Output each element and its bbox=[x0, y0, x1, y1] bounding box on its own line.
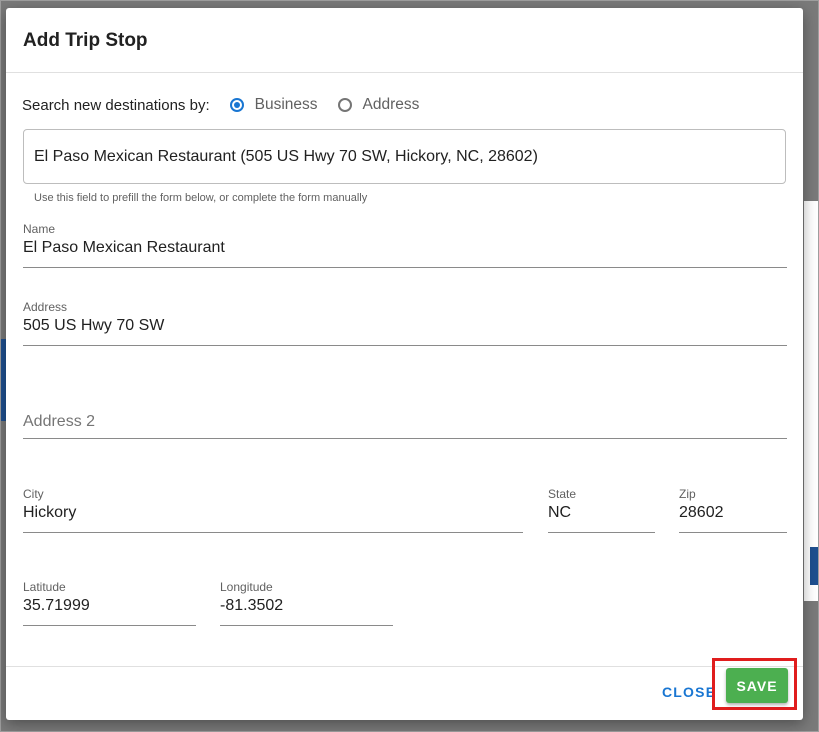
longitude-label: Longitude bbox=[220, 580, 273, 594]
longitude-underline bbox=[220, 625, 393, 626]
longitude-value: -81.3502 bbox=[220, 597, 284, 614]
state-underline bbox=[548, 532, 655, 533]
address2-placeholder: Address 2 bbox=[23, 413, 96, 430]
radio-button-checked[interactable] bbox=[229, 98, 244, 112]
search-input-value: El Paso Mexican Restaurant (505 US Hwy 7… bbox=[34, 148, 538, 165]
background-panel bbox=[804, 201, 818, 601]
close-button[interactable]: CLOSE bbox=[662, 684, 716, 700]
address-label: Address bbox=[23, 300, 68, 314]
name-label: Name bbox=[23, 222, 56, 236]
zip-label: Zip bbox=[679, 487, 696, 501]
longitude-field[interactable]: Longitude -81.3502 bbox=[220, 580, 393, 626]
radio-business-label: Business bbox=[254, 96, 318, 113]
latitude-field[interactable]: Latitude 35.71999 bbox=[23, 580, 196, 626]
radio-business[interactable]: Business bbox=[229, 96, 318, 114]
zip-field[interactable]: Zip 28602 bbox=[679, 487, 787, 533]
search-mode-label: Search new destinations by: bbox=[22, 96, 210, 114]
name-underline bbox=[23, 267, 787, 268]
latitude-value: 35.71999 bbox=[23, 597, 90, 614]
latitude-label: Latitude bbox=[23, 580, 66, 594]
state-field[interactable]: State NC bbox=[548, 487, 655, 533]
header-divider bbox=[6, 72, 803, 73]
zip-underline bbox=[679, 532, 787, 533]
add-trip-stop-dialog: Add Trip Stop Search new destinations by… bbox=[6, 8, 803, 720]
save-button[interactable]: SAVE bbox=[726, 668, 788, 703]
radio-address[interactable]: Address bbox=[337, 96, 420, 114]
search-hint-text: Use this field to prefill the form below… bbox=[34, 192, 368, 204]
city-underline bbox=[23, 532, 523, 533]
address2-field[interactable]: Address 2 bbox=[23, 408, 787, 439]
name-value: El Paso Mexican Restaurant bbox=[23, 239, 225, 256]
zip-value: 28602 bbox=[679, 504, 724, 521]
dialog-title: Add Trip Stop bbox=[23, 30, 148, 51]
city-label: City bbox=[23, 487, 44, 501]
radio-address-label: Address bbox=[362, 96, 420, 113]
address2-underline bbox=[23, 438, 787, 439]
radio-button-unchecked[interactable] bbox=[337, 98, 352, 112]
latitude-underline bbox=[23, 625, 196, 626]
address-underline bbox=[23, 345, 787, 346]
dialog-footer: CLOSE bbox=[6, 666, 803, 720]
destination-search-input[interactable]: El Paso Mexican Restaurant (505 US Hwy 7… bbox=[23, 129, 786, 184]
city-value: Hickory bbox=[23, 504, 77, 521]
search-mode-row: Search new destinations by: Business Add… bbox=[22, 94, 419, 116]
city-field[interactable]: City Hickory bbox=[23, 487, 523, 533]
state-label: State bbox=[548, 487, 577, 501]
background-accent-bar bbox=[810, 547, 818, 585]
state-value: NC bbox=[548, 504, 572, 521]
name-field[interactable]: Name El Paso Mexican Restaurant bbox=[23, 222, 787, 268]
address-value: 505 US Hwy 70 SW bbox=[23, 317, 165, 334]
address-field[interactable]: Address 505 US Hwy 70 SW bbox=[23, 300, 787, 346]
